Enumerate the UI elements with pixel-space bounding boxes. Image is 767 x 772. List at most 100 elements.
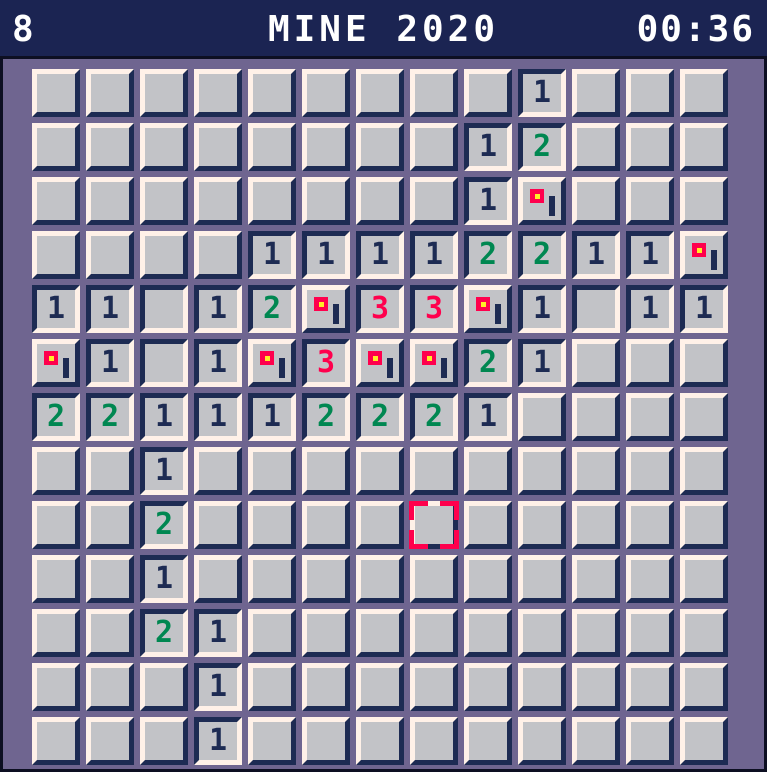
covered-tile[interactable] (32, 501, 80, 549)
covered-tile[interactable] (518, 717, 566, 765)
revealed-number-tile[interactable]: 3 (302, 339, 350, 387)
covered-tile[interactable] (626, 447, 674, 495)
covered-tile[interactable] (572, 501, 620, 549)
covered-tile[interactable] (626, 555, 674, 603)
covered-tile[interactable] (356, 555, 404, 603)
covered-tile[interactable] (302, 609, 350, 657)
covered-tile[interactable] (86, 123, 134, 171)
covered-tile[interactable] (140, 717, 188, 765)
covered-tile[interactable] (356, 123, 404, 171)
revealed-number-tile[interactable]: 1 (626, 285, 674, 333)
covered-tile[interactable] (410, 555, 458, 603)
revealed-number-tile[interactable]: 1 (194, 609, 242, 657)
covered-tile[interactable] (302, 447, 350, 495)
revealed-number-tile[interactable]: 1 (248, 393, 296, 441)
covered-tile[interactable] (572, 177, 620, 225)
covered-tile[interactable] (626, 501, 674, 549)
covered-tile[interactable] (248, 555, 296, 603)
revealed-empty-tile[interactable] (572, 285, 620, 333)
revealed-number-tile[interactable]: 1 (626, 231, 674, 279)
covered-tile[interactable] (32, 177, 80, 225)
covered-tile[interactable] (626, 393, 674, 441)
revealed-number-tile[interactable]: 1 (518, 285, 566, 333)
covered-tile[interactable] (32, 447, 80, 495)
revealed-number-tile[interactable]: 1 (194, 393, 242, 441)
covered-tile[interactable] (194, 177, 242, 225)
covered-tile[interactable] (410, 69, 458, 117)
revealed-number-tile[interactable]: 1 (32, 285, 80, 333)
covered-tile[interactable] (194, 555, 242, 603)
covered-tile[interactable] (464, 447, 512, 495)
covered-tile[interactable] (572, 609, 620, 657)
covered-tile[interactable] (86, 177, 134, 225)
flagged-tile[interactable] (464, 285, 512, 333)
revealed-number-tile[interactable]: 1 (680, 285, 728, 333)
flagged-tile[interactable] (32, 339, 80, 387)
revealed-number-tile[interactable]: 1 (464, 177, 512, 225)
revealed-number-tile[interactable]: 1 (302, 231, 350, 279)
covered-tile[interactable] (680, 555, 728, 603)
revealed-number-tile[interactable]: 2 (410, 393, 458, 441)
flagged-tile[interactable] (302, 285, 350, 333)
revealed-number-tile[interactable]: 1 (248, 231, 296, 279)
covered-tile[interactable] (626, 663, 674, 711)
revealed-number-tile[interactable]: 3 (356, 285, 404, 333)
revealed-number-tile[interactable]: 1 (194, 339, 242, 387)
covered-tile[interactable] (680, 177, 728, 225)
covered-tile[interactable] (86, 69, 134, 117)
covered-tile[interactable] (248, 123, 296, 171)
covered-tile[interactable] (32, 69, 80, 117)
covered-tile[interactable] (680, 501, 728, 549)
covered-tile[interactable] (626, 177, 674, 225)
covered-tile[interactable] (356, 717, 404, 765)
covered-tile[interactable] (356, 501, 404, 549)
covered-tile[interactable] (356, 177, 404, 225)
revealed-number-tile[interactable]: 1 (410, 231, 458, 279)
revealed-number-tile[interactable]: 2 (464, 231, 512, 279)
revealed-number-tile[interactable]: 1 (518, 339, 566, 387)
revealed-number-tile[interactable]: 1 (356, 231, 404, 279)
revealed-number-tile[interactable]: 2 (518, 123, 566, 171)
flagged-tile[interactable] (518, 177, 566, 225)
covered-tile[interactable] (302, 69, 350, 117)
covered-tile[interactable] (194, 69, 242, 117)
covered-tile[interactable] (410, 609, 458, 657)
revealed-number-tile[interactable]: 2 (518, 231, 566, 279)
covered-tile[interactable] (410, 717, 458, 765)
covered-tile[interactable] (518, 663, 566, 711)
covered-tile[interactable] (32, 663, 80, 711)
covered-tile[interactable] (518, 555, 566, 603)
covered-tile[interactable] (410, 447, 458, 495)
covered-tile[interactable] (464, 555, 512, 603)
covered-tile[interactable] (680, 663, 728, 711)
covered-tile[interactable] (626, 339, 674, 387)
covered-tile[interactable] (410, 123, 458, 171)
covered-tile[interactable] (194, 501, 242, 549)
covered-tile[interactable] (464, 69, 512, 117)
covered-tile[interactable] (140, 231, 188, 279)
flagged-tile[interactable] (410, 339, 458, 387)
revealed-number-tile[interactable]: 2 (86, 393, 134, 441)
covered-tile[interactable] (572, 447, 620, 495)
revealed-empty-tile[interactable] (140, 285, 188, 333)
covered-tile[interactable] (32, 609, 80, 657)
revealed-empty-tile[interactable] (140, 339, 188, 387)
revealed-number-tile[interactable]: 2 (140, 609, 188, 657)
flagged-tile[interactable] (248, 339, 296, 387)
revealed-number-tile[interactable]: 1 (194, 663, 242, 711)
revealed-number-tile[interactable]: 1 (464, 123, 512, 171)
covered-tile[interactable] (356, 609, 404, 657)
covered-tile[interactable] (626, 717, 674, 765)
covered-tile[interactable] (32, 555, 80, 603)
revealed-number-tile[interactable]: 1 (86, 339, 134, 387)
covered-tile[interactable] (410, 501, 458, 549)
covered-tile[interactable] (572, 339, 620, 387)
covered-tile[interactable] (572, 393, 620, 441)
covered-tile[interactable] (572, 663, 620, 711)
flagged-tile[interactable] (356, 339, 404, 387)
covered-tile[interactable] (356, 447, 404, 495)
covered-tile[interactable] (680, 609, 728, 657)
covered-tile[interactable] (248, 501, 296, 549)
covered-tile[interactable] (86, 609, 134, 657)
covered-tile[interactable] (680, 717, 728, 765)
